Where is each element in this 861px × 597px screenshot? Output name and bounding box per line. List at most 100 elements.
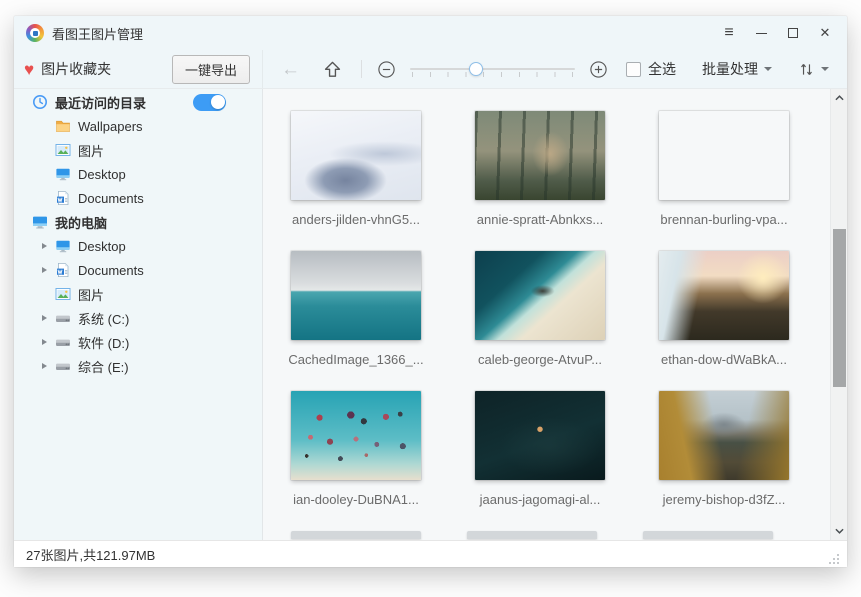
image-item[interactable]: jeremy-bishop-d3fZ... bbox=[636, 391, 812, 507]
toggle-knob bbox=[211, 95, 225, 109]
sidebar-item-drive-c[interactable]: 系统 (C:) bbox=[14, 306, 262, 330]
chevron-right-icon[interactable] bbox=[42, 267, 55, 273]
image-item[interactable]: brennan-burling-vpa... bbox=[636, 111, 812, 227]
zoom-slider-thumb[interactable] bbox=[469, 62, 483, 76]
titlebar: 看图王图片管理 ≡ ✕ bbox=[14, 16, 847, 50]
thumbnail-image[interactable] bbox=[659, 391, 789, 480]
sidebar-item-label: Documents bbox=[78, 191, 144, 206]
image-filename: CachedImage_1366_... bbox=[288, 352, 423, 367]
resize-grip[interactable] bbox=[828, 553, 839, 564]
maximize-icon bbox=[788, 28, 798, 38]
sidebar-item-wallpapers[interactable]: Wallpapers bbox=[14, 114, 262, 138]
zoom-slider-track[interactable] bbox=[410, 68, 575, 70]
zoom-out-icon[interactable] bbox=[377, 60, 396, 79]
chevron-right-icon[interactable] bbox=[42, 315, 55, 321]
thumbnail-image[interactable] bbox=[291, 111, 421, 200]
scroll-down-icon[interactable] bbox=[831, 523, 847, 539]
image-filename: ian-dooley-DuBNA1... bbox=[293, 492, 419, 507]
sidebar-item-recent-folders[interactable]: 最近访问的目录 bbox=[14, 90, 262, 114]
heart-icon: ♥ bbox=[24, 61, 34, 78]
thumbnail-image[interactable] bbox=[291, 531, 421, 539]
thumbnail-image[interactable] bbox=[475, 251, 605, 340]
image-filename: jeremy-bishop-d3fZ... bbox=[663, 492, 786, 507]
app-title: 看图王图片管理 bbox=[52, 24, 143, 43]
app-logo-icon bbox=[26, 24, 44, 42]
toolbar-actions-section: 全选 批量处理 bbox=[626, 59, 847, 79]
image-filename: caleb-george-AtvuP... bbox=[478, 352, 602, 367]
minimize-button[interactable] bbox=[745, 19, 777, 47]
monitor-icon bbox=[55, 238, 71, 254]
chevron-right-icon[interactable] bbox=[42, 363, 55, 369]
sort-icon bbox=[798, 61, 815, 78]
batch-process-button[interactable]: 批量处理 bbox=[702, 59, 772, 79]
select-all-label: 全选 bbox=[648, 59, 676, 79]
drive-icon bbox=[55, 358, 71, 374]
grid-row: anders-jilden-vhnG5... annie-spratt-Abnk… bbox=[268, 111, 830, 227]
select-all-checkbox[interactable] bbox=[626, 62, 641, 77]
export-button[interactable]: 一键导出 bbox=[172, 55, 250, 84]
sidebar-item-label: Wallpapers bbox=[78, 119, 143, 134]
image-item[interactable]: caleb-george-AtvuP... bbox=[452, 251, 628, 367]
sidebar-item-label: 图片 bbox=[78, 141, 104, 160]
computer-icon bbox=[32, 214, 48, 230]
thumbnail-image[interactable] bbox=[659, 251, 789, 340]
drive-icon bbox=[55, 310, 71, 326]
thumbnail-image[interactable] bbox=[475, 111, 605, 200]
image-grid-area: anders-jilden-vhnG5... annie-spratt-Abnk… bbox=[263, 89, 847, 540]
sidebar-item-label: Documents bbox=[78, 263, 144, 278]
toolbar: ♥ 图片收藏夹 一键导出 ← 全选 bbox=[14, 50, 847, 88]
sidebar-item-my-computer[interactable]: 我的电脑 bbox=[14, 210, 262, 234]
thumbnail-image[interactable] bbox=[475, 391, 605, 480]
close-button[interactable]: ✕ bbox=[809, 19, 841, 47]
chevron-right-icon[interactable] bbox=[42, 243, 55, 249]
chevron-down-icon bbox=[821, 67, 829, 71]
menu-icon[interactable]: ≡ bbox=[713, 19, 745, 47]
image-filename: anders-jilden-vhnG5... bbox=[292, 212, 420, 227]
sidebar-item-label: 最近访问的目录 bbox=[55, 93, 146, 112]
thumbnail-image[interactable] bbox=[291, 391, 421, 480]
recent-folders-toggle[interactable] bbox=[193, 94, 226, 111]
grid-row: ian-dooley-DuBNA1... jaanus-jagomagi-al.… bbox=[268, 391, 830, 507]
sidebar-item-documents[interactable]: Documents bbox=[14, 258, 262, 282]
batch-process-label: 批量处理 bbox=[702, 59, 758, 79]
picture-icon bbox=[55, 286, 71, 302]
zoom-slider[interactable] bbox=[410, 59, 575, 79]
sidebar-item-drive-e[interactable]: 综合 (E:) bbox=[14, 354, 262, 378]
image-item[interactable]: CachedImage_1366_... bbox=[268, 251, 444, 367]
image-item[interactable]: annie-spratt-Abnkxs... bbox=[452, 111, 628, 227]
up-level-icon[interactable] bbox=[322, 59, 343, 80]
thumbnail-image[interactable] bbox=[643, 531, 773, 539]
sidebar-item-pictures[interactable]: 图片 bbox=[14, 138, 262, 162]
window-controls: ≡ ✕ bbox=[713, 19, 841, 47]
thumbnail-image[interactable] bbox=[659, 111, 789, 200]
scrollbar-thumb[interactable] bbox=[833, 229, 846, 387]
chevron-right-icon[interactable] bbox=[42, 339, 55, 345]
favorites-label: 图片收藏夹 bbox=[41, 59, 111, 79]
image-item[interactable]: ian-dooley-DuBNA1... bbox=[268, 391, 444, 507]
sort-button[interactable] bbox=[798, 61, 829, 78]
sidebar-item-documents-recent[interactable]: Documents bbox=[14, 186, 262, 210]
document-icon bbox=[55, 262, 71, 278]
thumbnail-image[interactable] bbox=[291, 251, 421, 340]
sidebar-item-drive-d[interactable]: 软件 (D:) bbox=[14, 330, 262, 354]
toolbar-divider bbox=[361, 60, 362, 78]
sidebar-item-desktop-recent[interactable]: Desktop bbox=[14, 162, 262, 186]
image-filename: jaanus-jagomagi-al... bbox=[480, 492, 601, 507]
image-item[interactable]: anders-jilden-vhnG5... bbox=[268, 111, 444, 227]
vertical-scrollbar[interactable] bbox=[830, 89, 847, 540]
sidebar-item-desktop[interactable]: Desktop bbox=[14, 234, 262, 258]
monitor-icon bbox=[55, 166, 71, 182]
maximize-button[interactable] bbox=[777, 19, 809, 47]
image-filename: ethan-dow-dWaBkA... bbox=[661, 352, 787, 367]
sidebar-item-label: 我的电脑 bbox=[55, 213, 107, 232]
grid-row-partial bbox=[268, 531, 830, 539]
minimize-icon bbox=[756, 33, 767, 34]
scroll-up-icon[interactable] bbox=[831, 90, 847, 106]
sidebar-item-pictures-pc[interactable]: 图片 bbox=[14, 282, 262, 306]
image-item[interactable]: jaanus-jagomagi-al... bbox=[452, 391, 628, 507]
thumbnail-image[interactable] bbox=[467, 531, 597, 539]
back-icon[interactable]: ← bbox=[281, 60, 300, 79]
image-filename: annie-spratt-Abnkxs... bbox=[477, 212, 603, 227]
image-item[interactable]: ethan-dow-dWaBkA... bbox=[636, 251, 812, 367]
zoom-in-icon[interactable] bbox=[589, 60, 608, 79]
